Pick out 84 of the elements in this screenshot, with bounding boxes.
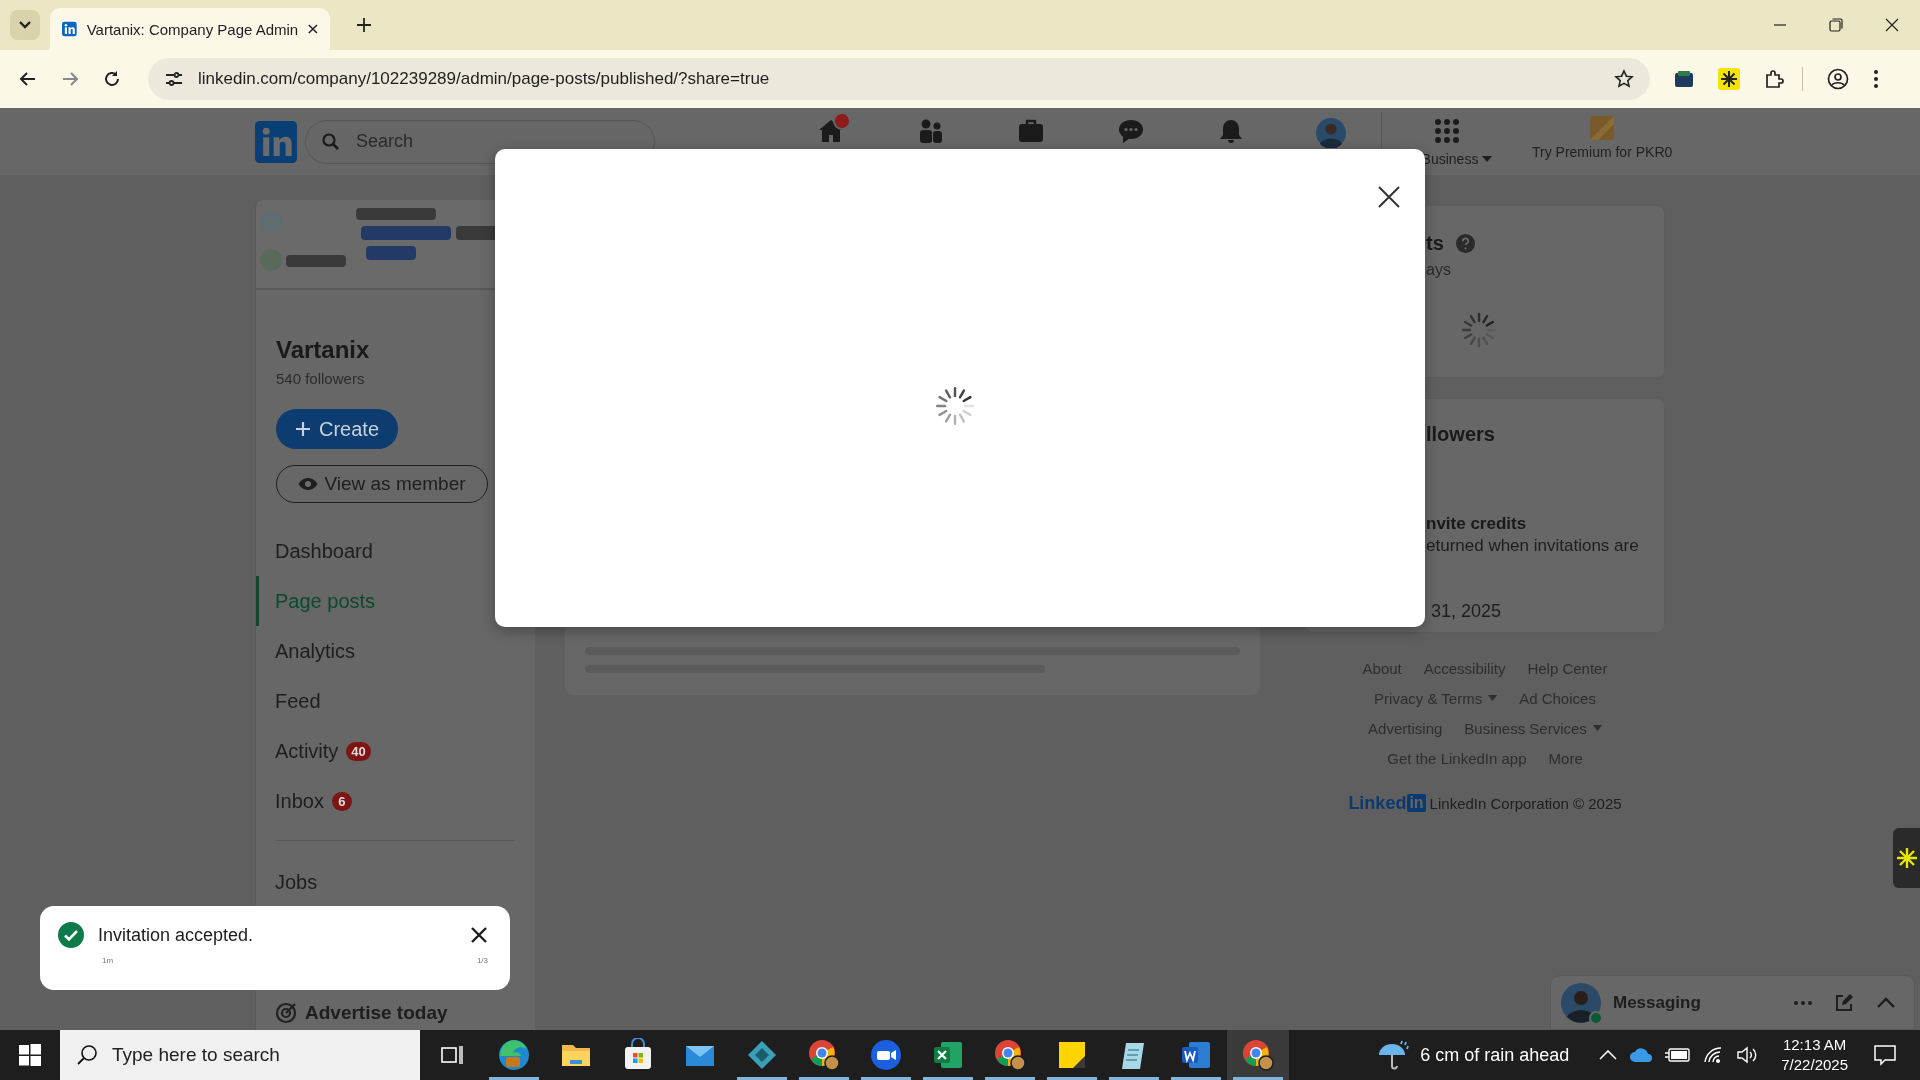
- credits-date: 31, 2025: [1431, 600, 1503, 622]
- briefcase-icon[interactable]: [1017, 118, 1045, 144]
- messaging-bar[interactable]: Messaging: [1550, 975, 1915, 1030]
- asterisk-icon[interactable]: [1895, 847, 1918, 869]
- video-camera-icon: [869, 1038, 903, 1072]
- address-bar[interactable]: linkedin.com/company/102239289/admin/page-posts/published/?share=true: [148, 58, 1650, 100]
- taskbar-app[interactable]: [1227, 1030, 1289, 1080]
- credits-title: nvite credits: [1426, 513, 1528, 535]
- browser-profile-icon: [807, 1038, 841, 1072]
- task-view-icon[interactable]: [441, 1044, 463, 1066]
- close-window-icon[interactable]: [1885, 18, 1899, 32]
- linkedin-wordmark: Linked: [1348, 792, 1407, 814]
- card-subtitle: ays: [1426, 260, 1452, 280]
- site-settings-icon[interactable]: [164, 70, 184, 88]
- reload-icon[interactable]: [102, 69, 122, 89]
- cloud-icon[interactable]: [1629, 1047, 1654, 1063]
- create-button[interactable]: Create: [276, 409, 398, 449]
- sidebar-item[interactable]: Inbox: [275, 789, 324, 813]
- card-title: llowers: [1426, 422, 1496, 446]
- caret-icon: [1482, 156, 1493, 162]
- chevron-down-icon: [18, 20, 32, 30]
- bookmark-star-icon[interactable]: [1614, 69, 1634, 89]
- count-badge: 40: [346, 741, 371, 761]
- sidebar-item[interactable]: Dashboard: [275, 539, 373, 563]
- more-icon[interactable]: [1794, 1000, 1812, 1005]
- compose-icon[interactable]: [1834, 992, 1854, 1013]
- toast-counter: 1/3: [476, 956, 488, 965]
- people-icon[interactable]: [917, 118, 945, 144]
- chat-icon[interactable]: [1117, 118, 1145, 144]
- toast-message: Invitation accepted.: [98, 924, 254, 946]
- linkedin-icon: [62, 20, 77, 38]
- browser-profile-icon: [1241, 1038, 1275, 1072]
- clock[interactable]: 12:13 AM 7/22/2025: [1781, 1035, 1848, 1075]
- sidebar-item[interactable]: Feed: [275, 689, 321, 713]
- search-icon: [76, 1044, 98, 1066]
- browser-profile-icon: [993, 1038, 1027, 1072]
- advertise-link[interactable]: Advertise today: [305, 1002, 448, 1024]
- restore-icon[interactable]: [1829, 18, 1843, 32]
- weather-text[interactable]: 6 cm of rain ahead: [1420, 1044, 1570, 1066]
- target-icon: [275, 1002, 297, 1024]
- search-icon: [321, 131, 341, 152]
- linkedin-logo-box: in: [1407, 794, 1426, 812]
- avatar-icon: [1561, 982, 1601, 1023]
- company-name: Vartanix: [276, 335, 370, 365]
- success-check-icon: [58, 922, 84, 948]
- notifications-icon[interactable]: [1874, 1044, 1896, 1066]
- toast-time: 1m: [102, 956, 114, 965]
- clock-time: 12:13 AM: [1782, 1035, 1847, 1055]
- windows-start-icon[interactable]: [19, 1044, 41, 1066]
- sidebar-item[interactable]: Analytics: [275, 639, 356, 663]
- browser-tab[interactable]: Vartanix: Company Page Admin: [50, 8, 330, 50]
- plus-icon: [295, 421, 311, 437]
- sidebar-item[interactable]: Page posts: [275, 589, 376, 613]
- credits-text: eturned when invitations are: [1426, 535, 1640, 557]
- close-icon[interactable]: [308, 23, 318, 35]
- menu-icon[interactable]: [1873, 69, 1879, 89]
- sidebar-item[interactable]: Jobs: [275, 870, 318, 894]
- url-text: linkedin.com/company/102239289/admin/page-posts/published/?share=true: [198, 69, 770, 89]
- close-icon[interactable]: [470, 926, 488, 944]
- bell-icon[interactable]: [1217, 118, 1245, 144]
- avatar-icon[interactable]: [1316, 118, 1346, 148]
- profile-icon[interactable]: [1827, 68, 1849, 90]
- tab-search-button[interactable]: [10, 10, 40, 40]
- taskbar-search-field[interactable]: Type here to search: [60, 1030, 420, 1080]
- extension-icon[interactable]: [1674, 70, 1694, 88]
- help-icon[interactable]: [1455, 233, 1475, 253]
- edge-browser-icon: [497, 1038, 531, 1072]
- close-icon[interactable]: [1377, 185, 1401, 209]
- follower-count: 540 followers: [276, 369, 365, 389]
- weather-umbrella-icon[interactable]: [1376, 1039, 1411, 1071]
- sidebar-item[interactable]: Activity: [275, 739, 339, 763]
- extension-icon[interactable]: [1718, 68, 1740, 90]
- extensions-puzzle-icon[interactable]: [1764, 69, 1784, 89]
- tab-title: Vartanix: Company Page Admin: [86, 20, 299, 38]
- apps-grid-icon[interactable]: [1434, 118, 1460, 144]
- messaging-label: Messaging: [1613, 992, 1701, 1013]
- battery-icon[interactable]: [1665, 1047, 1692, 1063]
- card-title: ts: [1426, 231, 1444, 255]
- new-tab-icon[interactable]: [356, 17, 372, 33]
- copyright-text: LinkedIn Corporation © 2025: [1429, 794, 1622, 812]
- eye-icon: [298, 477, 319, 491]
- count-badge: 6: [331, 791, 352, 811]
- premium-link[interactable]: Try Premium for PKR0: [1532, 144, 1673, 160]
- clock-date: 7/22/2025: [1781, 1055, 1848, 1075]
